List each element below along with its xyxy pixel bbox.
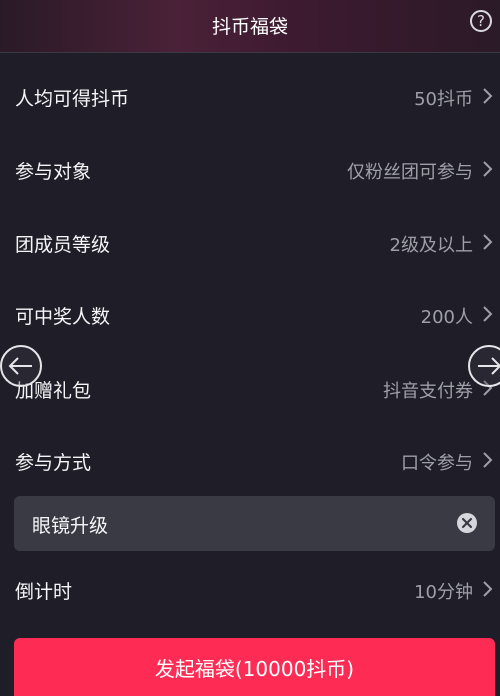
row-value: 200人 <box>420 307 473 328</box>
row-value: 2级及以上 <box>389 235 473 256</box>
row-winner-count[interactable]: 可中奖人数 200人 <box>0 288 500 340</box>
chevron-right-icon <box>479 450 495 470</box>
passphrase-input[interactable]: 眼镜升级 <box>14 496 495 551</box>
chevron-right-icon <box>479 579 495 599</box>
chevron-right-icon <box>479 159 495 179</box>
row-per-person-coins[interactable]: 人均可得抖币 50抖币 <box>0 70 500 122</box>
previous-arrow-icon[interactable] <box>0 343 44 389</box>
row-bonus-gift[interactable]: 加赠礼包 抖音支付券 <box>0 362 500 414</box>
row-value: 抖音支付券 <box>383 381 473 402</box>
row-participation-method[interactable]: 参与方式 口令参与 <box>0 434 500 486</box>
row-value: 口令参与 <box>401 453 473 474</box>
help-icon[interactable]: ? <box>470 10 492 32</box>
row-countdown[interactable]: 倒计时 10分钟 <box>0 563 500 615</box>
lucky-bag-screen: 抖币福袋 ? 人均可得抖币 50抖币 参与对象 仅粉丝团可参与 团成员等级 2级… <box>0 0 500 696</box>
row-label: 人均可得抖币 <box>15 88 130 110</box>
clear-icon[interactable] <box>456 512 478 534</box>
row-value: 10分钟 <box>414 582 473 603</box>
chevron-right-icon <box>479 86 495 106</box>
row-label: 倒计时 <box>15 581 73 603</box>
next-arrow-icon[interactable] <box>466 343 500 389</box>
row-label: 可中奖人数 <box>15 306 111 328</box>
chevron-right-icon <box>479 304 495 324</box>
chevron-right-icon <box>479 232 495 252</box>
page-title: 抖币福袋 <box>211 16 288 38</box>
row-label: 团成员等级 <box>15 234 111 256</box>
row-label: 参与对象 <box>15 161 92 183</box>
row-participants[interactable]: 参与对象 仅粉丝团可参与 <box>0 143 500 195</box>
header-bar: 抖币福袋 ? <box>0 0 500 53</box>
passphrase-text: 眼镜升级 <box>32 515 109 537</box>
launch-lucky-bag-button[interactable]: 发起福袋(10000抖币) <box>14 638 495 696</box>
row-member-level[interactable]: 团成员等级 2级及以上 <box>0 216 500 268</box>
row-value: 50抖币 <box>414 89 473 110</box>
row-value: 仅粉丝团可参与 <box>347 162 473 183</box>
row-label: 参与方式 <box>15 452 92 474</box>
